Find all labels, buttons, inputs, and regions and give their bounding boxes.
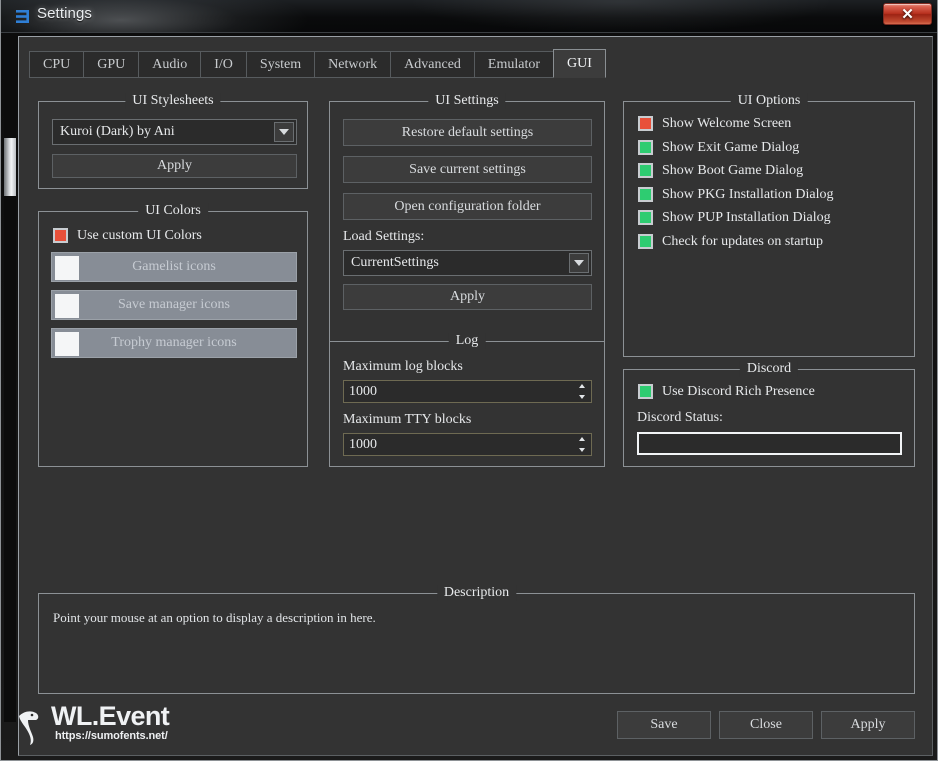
description-text: Point your mouse at an option to display… [53, 610, 376, 625]
tab-cpu[interactable]: CPU [29, 51, 84, 78]
load-settings-combo-value: CurrentSettings [351, 255, 439, 270]
group-ui-options: UI Options Show Welcome Screen Show Exit … [623, 93, 915, 357]
maximum-tty-blocks-value: 1000 [349, 436, 377, 452]
group-description: Description Point your mouse at an optio… [38, 585, 915, 694]
ui-option-checkbox-show-boot-game-dialog[interactable]: Show Boot Game Dialog [638, 163, 803, 178]
close-icon: ✕ [901, 5, 914, 23]
close-button[interactable]: ✕ [883, 3, 932, 25]
group-legend-ui-options: UI Options [730, 93, 808, 109]
checkbox-indicator[interactable] [638, 186, 653, 202]
apply-button[interactable]: Apply [821, 711, 915, 739]
tab-emulator[interactable]: Emulator [473, 51, 554, 78]
group-ui-settings: UI Settings Restore default settings Sav… [329, 93, 605, 357]
maximum-log-blocks-value: 1000 [349, 383, 377, 399]
group-legend-ui-colors: UI Colors [138, 203, 208, 219]
checkbox-indicator[interactable] [638, 384, 653, 399]
ui-option-label: Show Welcome Screen [662, 116, 792, 131]
trophy-manager-icons-label: Trophy manager icons [111, 335, 237, 350]
color-swatch [55, 294, 79, 318]
tab-gpu[interactable]: GPU [83, 51, 139, 78]
group-ui-stylesheets: UI Stylesheets Kuroi (Dark) by Ani Apply [38, 93, 308, 189]
use-custom-ui-colors-checkbox[interactable]: Use custom UI Colors [53, 228, 202, 243]
spinner-arrows-icon[interactable] [576, 437, 587, 452]
ui-option-checkbox-show-exit-game-dialog[interactable]: Show Exit Game Dialog [638, 139, 800, 155]
group-legend-ui-settings: UI Settings [428, 93, 506, 109]
ui-option-label: Check for updates on startup [662, 233, 823, 249]
ui-option-checkbox-show-pup-installation-dialog[interactable]: Show PUP Installation Dialog [638, 210, 831, 225]
group-legend-log: Log [448, 333, 486, 349]
title-bar: Settings ✕ [1, 0, 937, 33]
stylesheet-combo[interactable]: Kuroi (Dark) by Ani [52, 119, 297, 145]
ui-option-checkbox-show-pkg-installation-dialog[interactable]: Show PKG Installation Dialog [638, 186, 834, 202]
ui-settings-apply-button[interactable]: Apply [343, 284, 592, 310]
tab-system[interactable]: System [245, 51, 315, 78]
load-settings-combo[interactable]: CurrentSettings [343, 250, 592, 276]
checkbox-indicator[interactable] [53, 228, 68, 243]
chevron-down-icon[interactable] [569, 253, 589, 273]
rpcs3-logo-icon [16, 10, 29, 23]
open-configuration-folder-button[interactable]: Open configuration folder [343, 193, 592, 220]
group-discord: Discord Use Discord Rich Presence Discor… [623, 361, 915, 467]
color-swatch [55, 256, 79, 280]
group-ui-colors: UI Colors Use custom UI Colors Gamelist … [38, 203, 308, 467]
group-log: Log Maximum log blocks 1000 Maximum TTY … [329, 333, 605, 467]
ui-option-label: Show PUP Installation Dialog [662, 210, 831, 225]
chevron-down-icon[interactable] [274, 122, 294, 142]
checkbox-indicator[interactable] [638, 233, 653, 249]
group-legend-discord: Discord [739, 361, 799, 377]
stylesheet-combo-value: Kuroi (Dark) by Ani [60, 124, 175, 139]
load-settings-label: Load Settings: [343, 229, 425, 244]
spinner-arrows-icon[interactable] [576, 384, 587, 399]
restore-default-settings-button[interactable]: Restore default settings [343, 119, 592, 146]
ui-option-checkbox-show-welcome-screen[interactable]: Show Welcome Screen [638, 116, 791, 131]
use-discord-rich-presence-checkbox[interactable]: Use Discord Rich Presence [638, 384, 815, 399]
ui-option-label: Show Boot Game Dialog [662, 163, 804, 178]
save-current-settings-button[interactable]: Save current settings [343, 156, 592, 183]
stylesheet-apply-button[interactable]: Apply [52, 154, 297, 178]
maximum-tty-blocks-spinbox[interactable]: 1000 [343, 433, 592, 456]
gamelist-icons-color-button[interactable]: Gamelist icons [51, 252, 297, 282]
settings-content: CPU GPU Audio I/O System Network Advanced Emula… [18, 36, 933, 756]
close-button-footer[interactable]: Close [719, 711, 813, 739]
maximum-log-blocks-label: Maximum log blocks [343, 359, 463, 374]
tab-network[interactable]: Network [314, 51, 391, 78]
ui-option-label: Show Exit Game Dialog [662, 139, 800, 155]
color-swatch [55, 332, 79, 356]
save-manager-icons-label: Save manager icons [118, 297, 230, 312]
tab-i-o[interactable]: I/O [200, 51, 246, 78]
discord-status-input[interactable] [637, 432, 902, 455]
save-button[interactable]: Save [617, 711, 711, 739]
checkbox-indicator[interactable] [638, 139, 653, 155]
save-manager-icons-color-button[interactable]: Save manager icons [51, 290, 297, 320]
group-legend-ui-stylesheets: UI Stylesheets [125, 93, 221, 109]
tab-advanced[interactable]: Advanced [390, 51, 474, 78]
ui-option-label: Show PKG Installation Dialog [662, 186, 834, 202]
settings-tab-bar: CPU GPU Audio I/O System Network Advanced Emula… [29, 49, 606, 78]
maximum-tty-blocks-label: Maximum TTY blocks [343, 412, 472, 427]
use-discord-rich-presence-label: Use Discord Rich Presence [662, 384, 815, 399]
tab-gui[interactable]: GUI [553, 49, 606, 78]
use-custom-ui-colors-label: Use custom UI Colors [77, 228, 202, 243]
tab-audio[interactable]: Audio [138, 51, 201, 78]
trophy-manager-icons-color-button[interactable]: Trophy manager icons [51, 328, 297, 358]
settings-window: Settings ✕ CPU GPU Audio I/O System Network Ad… [0, 0, 938, 761]
left-scrollbar-thumb[interactable] [4, 138, 16, 196]
maximum-log-blocks-spinbox[interactable]: 1000 [343, 380, 592, 403]
gamelist-icons-label: Gamelist icons [132, 259, 216, 274]
discord-status-label: Discord Status: [637, 410, 723, 425]
checkbox-indicator[interactable] [638, 163, 653, 178]
group-legend-description: Description [436, 585, 517, 601]
ui-option-checkbox-check-for-updates-on-startup[interactable]: Check for updates on startup [638, 233, 823, 249]
checkbox-indicator[interactable] [638, 210, 653, 225]
checkbox-indicator[interactable] [638, 116, 653, 131]
window-title: Settings [37, 5, 92, 22]
